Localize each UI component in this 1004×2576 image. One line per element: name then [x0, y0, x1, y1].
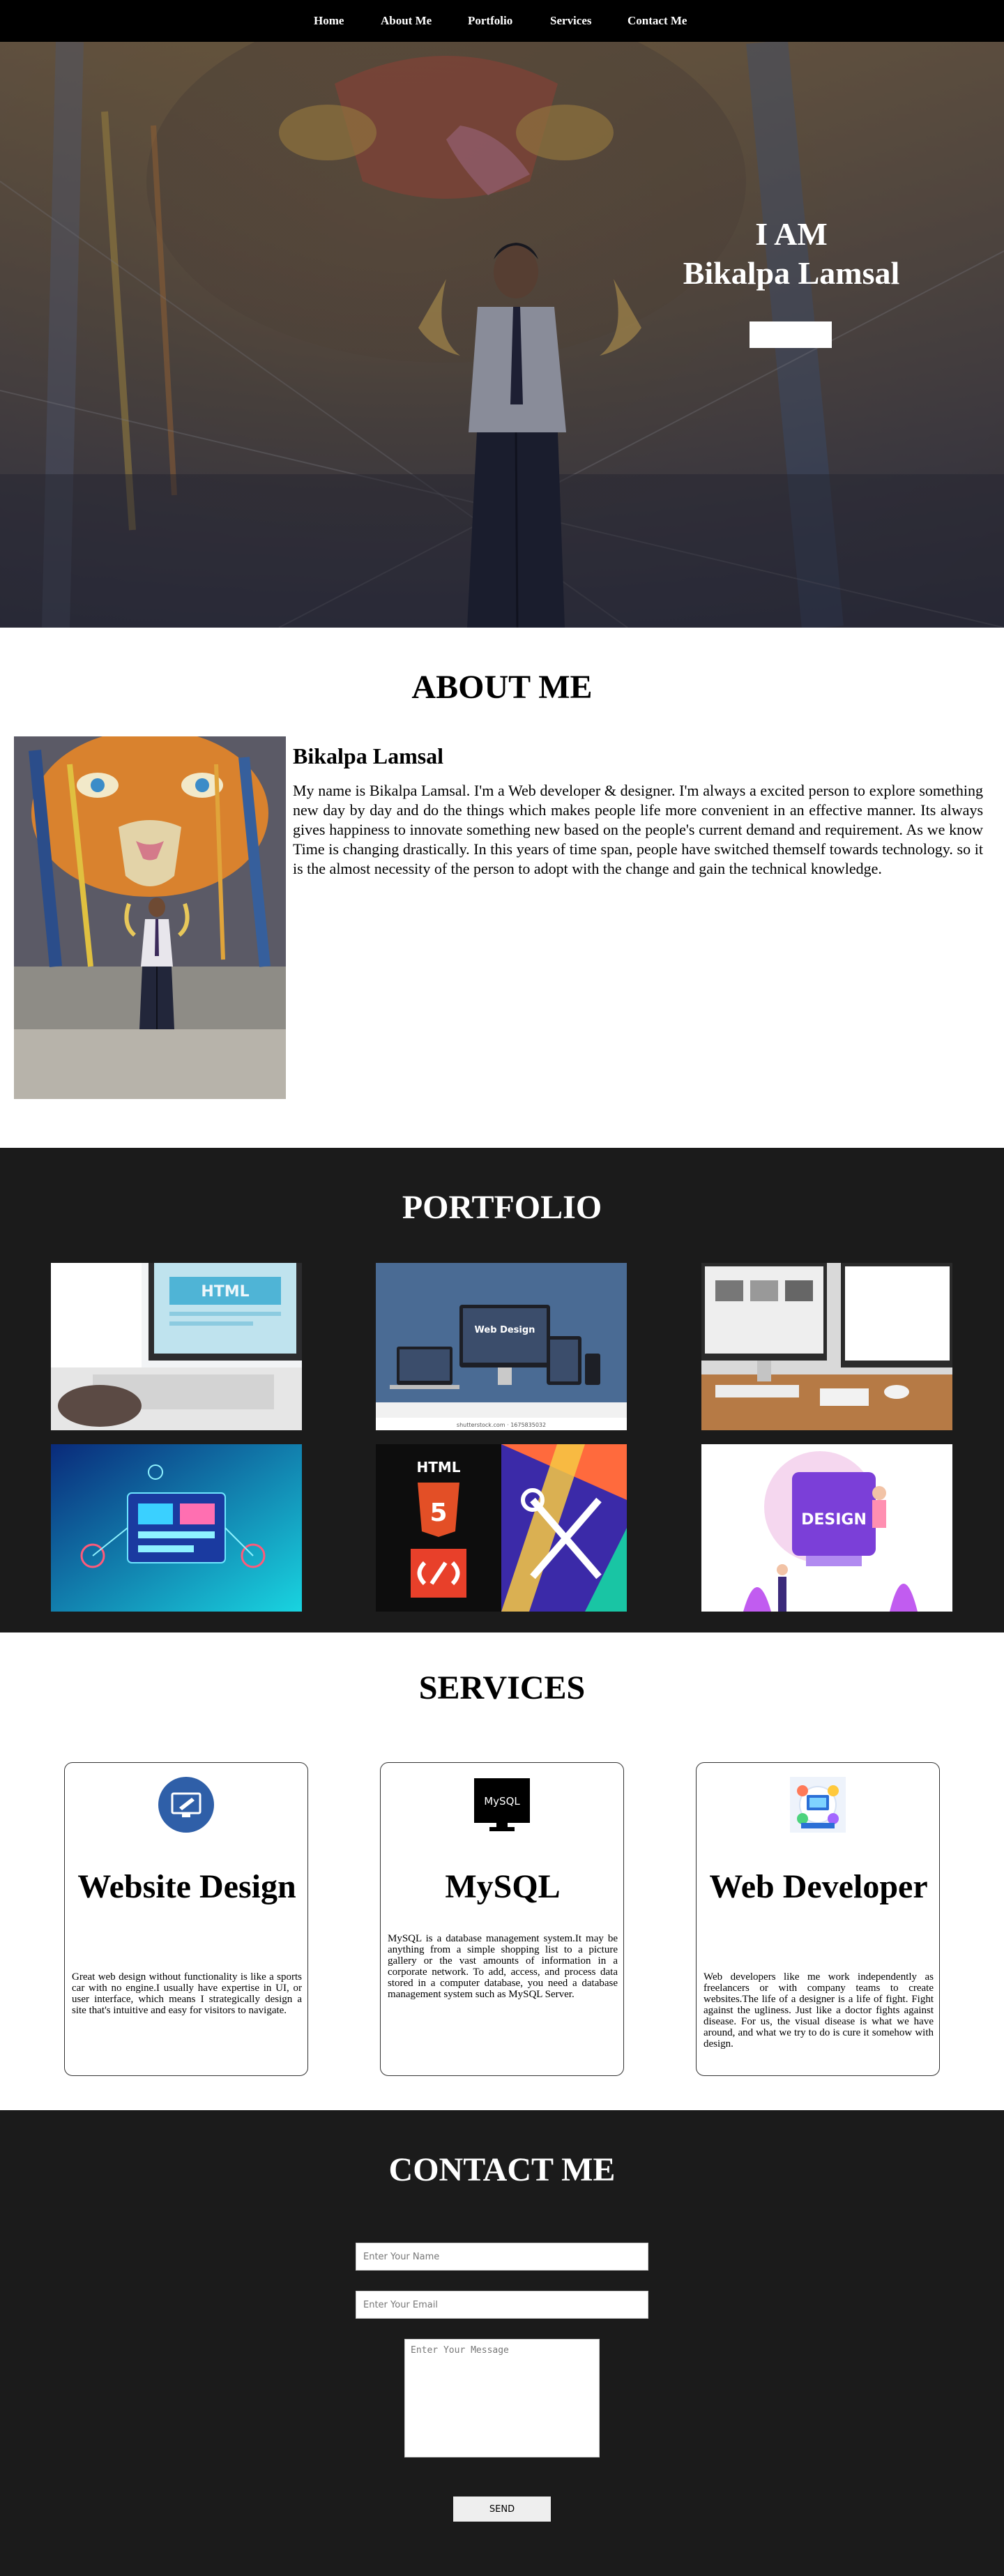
nav-contact-link[interactable]: Contact Me	[628, 14, 687, 28]
mysql-icon: MySQL	[474, 1777, 530, 1833]
contact-title: CONTACT ME	[388, 2151, 616, 2188]
service-card-web-developer: Web Developer Web developers like me wor…	[696, 1762, 940, 2076]
hero-cta-button[interactable]	[750, 321, 832, 348]
html5-version: 5	[429, 1499, 447, 1527]
message-textarea[interactable]	[404, 2339, 600, 2457]
web-design-screen-label: Web Design	[475, 1325, 535, 1335]
desk-monitor-image	[701, 1263, 952, 1430]
email-input[interactable]	[356, 2291, 648, 2319]
portfolio-item-desk[interactable]	[701, 1263, 952, 1430]
portfolio-section: PORTFOLIO HTML Web Design shutterstock.c…	[0, 1148, 1004, 1632]
mysql-icon-label: MySQL	[484, 1795, 520, 1808]
nav-menu: Home About Me Portfolio Services Contact…	[0, 0, 1004, 42]
html5-css-tools-image: HTML 5	[376, 1444, 627, 1612]
nav-services-link[interactable]: Services	[550, 14, 591, 28]
hero-section: I AM Bikalpa Lamsal	[0, 42, 1004, 628]
top-navbar: Home About Me Portfolio Services Contact…	[0, 0, 1004, 42]
service-card-website-design: Website Design Great web design without …	[64, 1762, 308, 2076]
nav-portfolio-link[interactable]: Portfolio	[468, 14, 512, 28]
html-monitor-image: HTML	[51, 1263, 302, 1430]
name-input[interactable]	[356, 2243, 648, 2271]
web-design-devices-image: Web Design shutterstock.com · 1675835032	[376, 1263, 627, 1430]
service-title: Web Developer	[709, 1868, 928, 1905]
web-developer-icon	[790, 1777, 846, 1833]
portfolio-item-design[interactable]: DESIGN	[701, 1444, 952, 1612]
service-description: MySQL is a database management system.It…	[388, 1933, 618, 2000]
nav-home-link[interactable]: Home	[314, 14, 344, 28]
hero-name: Bikalpa Lamsal	[683, 255, 900, 291]
service-description: Web developers like me work independentl…	[703, 1971, 934, 2050]
about-name: Bikalpa Lamsal	[293, 743, 444, 768]
nav-about-link[interactable]: About Me	[381, 14, 432, 28]
about-description: My name is Bikalpa Lamsal. I'm a Web dev…	[293, 782, 983, 877]
service-title: Website Design	[77, 1868, 296, 1905]
tech-dashboard-image	[51, 1444, 302, 1612]
service-card-mysql: MySQL MySQL MySQL is a database manageme…	[380, 1762, 624, 2076]
about-title: ABOUT ME	[411, 669, 593, 706]
portfolio-item-html[interactable]: HTML	[51, 1263, 302, 1430]
portfolio-title: PORTFOLIO	[402, 1189, 602, 1226]
design-illustration-image: DESIGN	[701, 1444, 952, 1612]
website-design-icon	[158, 1777, 214, 1833]
send-button[interactable]: SEND	[453, 2497, 551, 2522]
web-design-credit-text: shutterstock.com · 1675835032	[457, 1422, 546, 1428]
portfolio-item-web-design[interactable]: Web Design shutterstock.com · 1675835032	[376, 1263, 627, 1430]
design-label: DESIGN	[801, 1511, 867, 1529]
html5-label: HTML	[416, 1459, 460, 1476]
portfolio-item-tech[interactable]	[51, 1444, 302, 1612]
service-description: Great web design without functionality i…	[72, 1971, 302, 2016]
html-screen-label: HTML	[201, 1283, 249, 1301]
about-photo	[14, 736, 286, 1099]
service-title: MySQL	[445, 1868, 561, 1905]
services-title: SERVICES	[418, 1669, 586, 1706]
hero-overlay	[0, 42, 1004, 628]
hero-intro-text: I AM	[755, 216, 828, 252]
portfolio-item-html5-css[interactable]: HTML 5	[376, 1444, 627, 1612]
